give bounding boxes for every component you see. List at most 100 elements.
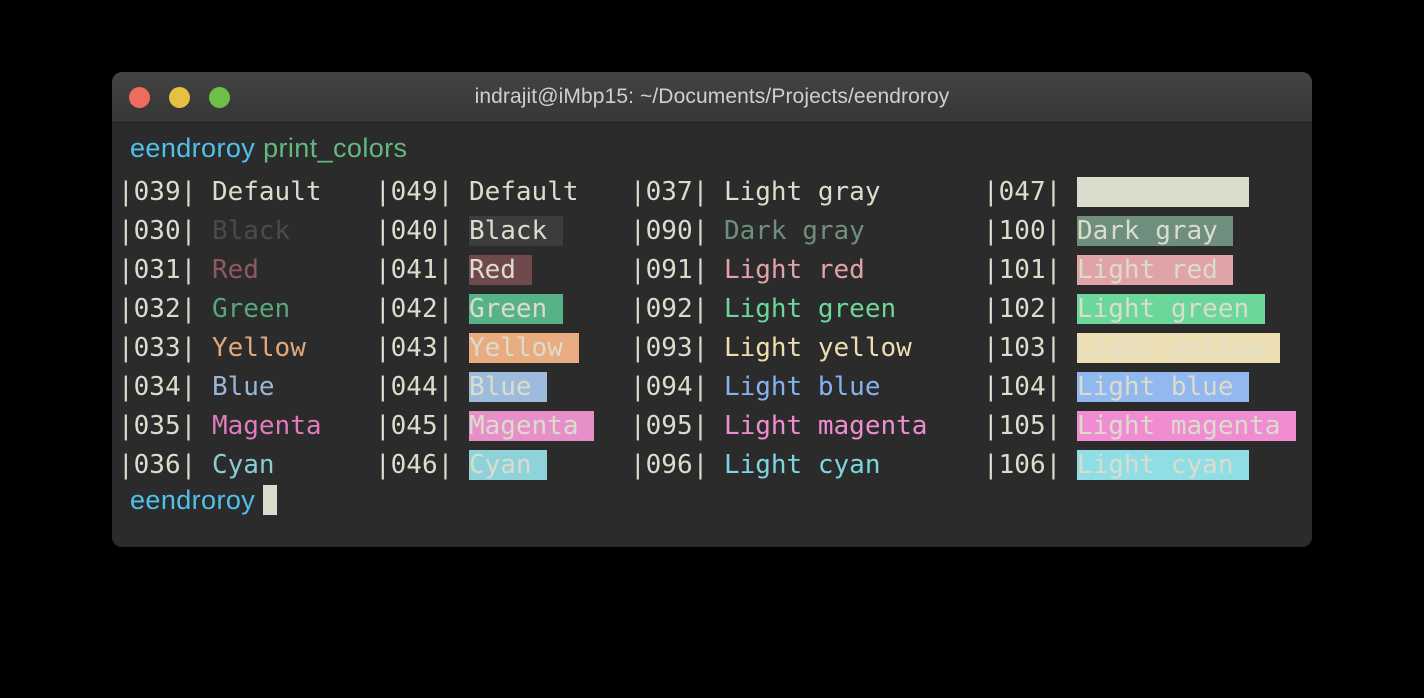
- color-code: |100|: [983, 216, 1062, 246]
- code-label-gap: [708, 372, 724, 402]
- color-entry: |100| Dark gray: [983, 212, 1234, 251]
- color-code: |093|: [630, 333, 709, 363]
- code-label-gap: [453, 294, 469, 324]
- color-entry: |043| Yellow: [375, 329, 579, 368]
- color-sample-label: Light magenta: [723, 411, 944, 441]
- color-sample-label: Light blue: [1076, 372, 1250, 402]
- color-sample-label: Default: [211, 177, 338, 207]
- prompt-line-top: eendroroy print_colors: [130, 133, 407, 164]
- prompt-line-bottom[interactable]: eendroroy: [130, 485, 278, 516]
- color-entry: |092| Light green: [630, 290, 912, 329]
- color-sample-label: Light green: [1076, 294, 1265, 324]
- color-code: |101|: [983, 255, 1062, 285]
- color-sample-label: Red: [211, 255, 275, 285]
- color-entry: |030| Black: [118, 212, 306, 251]
- color-sample-label: Cyan: [468, 450, 548, 480]
- code-label-gap: [196, 216, 212, 246]
- color-sample-label: Dark gray: [723, 216, 881, 246]
- color-entry: |102| Light green: [983, 290, 1265, 329]
- color-entry: |044| Blue: [375, 368, 548, 407]
- code-label-gap: [196, 177, 212, 207]
- code-label-gap: [1061, 255, 1077, 285]
- color-code: |041|: [375, 255, 454, 285]
- color-entry: |105| Light magenta: [983, 407, 1297, 446]
- code-label-gap: [1061, 333, 1077, 363]
- code-label-gap: [196, 450, 212, 480]
- color-sample-label: Light blue: [723, 372, 897, 402]
- color-code: |031|: [118, 255, 197, 285]
- color-code: |036|: [118, 450, 197, 480]
- color-sample-label: Light cyan: [723, 450, 897, 480]
- prompt-command: print_colors: [263, 133, 408, 163]
- table-row: |033| Yellow |043| Yellow |093| Light ye…: [112, 329, 1312, 368]
- color-sample-label: Magenta: [468, 411, 595, 441]
- color-entry: |103| Light yellow: [983, 329, 1281, 368]
- color-entry: |033| Yellow: [118, 329, 322, 368]
- color-sample-label: Light green: [723, 294, 912, 324]
- color-sample-label: Light red: [723, 255, 881, 285]
- color-entry: |037| Light gray: [630, 173, 896, 212]
- code-label-gap: [708, 450, 724, 480]
- color-sample-label: Light yellow: [1076, 333, 1281, 363]
- color-code-table: |039| Default |049| Default |037| Light …: [112, 173, 1312, 485]
- code-label-gap: [453, 450, 469, 480]
- color-code: |043|: [375, 333, 454, 363]
- color-sample-label: Magenta: [211, 411, 338, 441]
- color-entry: |041| Red: [375, 251, 532, 290]
- color-sample-label: Default: [468, 177, 595, 207]
- table-row: |034| Blue |044| Blue |094| Light blue |…: [112, 368, 1312, 407]
- color-code: |106|: [983, 450, 1062, 480]
- color-code: |045|: [375, 411, 454, 441]
- color-entry: |095| Light magenta: [630, 407, 943, 446]
- color-code: |094|: [630, 372, 709, 402]
- color-entry: |104| Light blue: [983, 368, 1250, 407]
- code-label-gap: [196, 294, 212, 324]
- color-code: |105|: [983, 411, 1062, 441]
- color-sample-label: Light magenta: [1076, 411, 1297, 441]
- color-entry: |032| Green: [118, 290, 306, 329]
- window-title-bar[interactable]: indrajit@iMbp15: ~/Documents/Projects/ee…: [112, 72, 1312, 123]
- color-entry: |090| Dark gray: [630, 212, 880, 251]
- cursor-block: [263, 485, 278, 515]
- color-code: |049|: [375, 177, 454, 207]
- color-entry: |031| Red: [118, 251, 275, 290]
- code-label-gap: [708, 333, 724, 363]
- color-sample-label: Green: [468, 294, 563, 324]
- code-label-gap: [708, 177, 724, 207]
- color-code: |044|: [375, 372, 454, 402]
- code-label-gap: [196, 333, 212, 363]
- color-code: |047|: [983, 177, 1062, 207]
- color-code: |032|: [118, 294, 197, 324]
- table-row: |032| Green |042| Green |092| Light gree…: [112, 290, 1312, 329]
- code-label-gap: [196, 372, 212, 402]
- color-code: |104|: [983, 372, 1062, 402]
- color-entry: |034| Blue: [118, 368, 290, 407]
- color-entry: |035| Magenta: [118, 407, 337, 446]
- terminal-content[interactable]: eendroroy print_colors |039| Default |04…: [112, 123, 1312, 547]
- table-row: |036| Cyan |046| Cyan |096| Light cyan |…: [112, 446, 1312, 485]
- color-sample-label: Light gray: [1076, 177, 1250, 207]
- color-code: |103|: [983, 333, 1062, 363]
- color-code: |039|: [118, 177, 197, 207]
- color-code: |042|: [375, 294, 454, 324]
- color-sample-label: Blue: [468, 372, 548, 402]
- color-code: |030|: [118, 216, 197, 246]
- color-sample-label: Yellow: [211, 333, 322, 363]
- code-label-gap: [1061, 450, 1077, 480]
- color-sample-label: Black: [211, 216, 306, 246]
- color-entry: |106| Light cyan: [983, 446, 1250, 485]
- code-label-gap: [1061, 216, 1077, 246]
- code-label-gap: [1061, 177, 1077, 207]
- color-entry: |093| Light yellow: [630, 329, 927, 368]
- terminal-window[interactable]: indrajit@iMbp15: ~/Documents/Projects/ee…: [112, 72, 1312, 547]
- code-label-gap: [453, 177, 469, 207]
- color-entry: |091| Light red: [630, 251, 880, 290]
- code-label-gap: [1061, 294, 1077, 324]
- color-entry: |047| Light gray: [983, 173, 1250, 212]
- color-code: |102|: [983, 294, 1062, 324]
- color-sample-label: Blue: [211, 372, 291, 402]
- color-sample-label: Green: [211, 294, 306, 324]
- color-entry: |045| Magenta: [375, 407, 595, 446]
- color-entry: |036| Cyan: [118, 446, 290, 485]
